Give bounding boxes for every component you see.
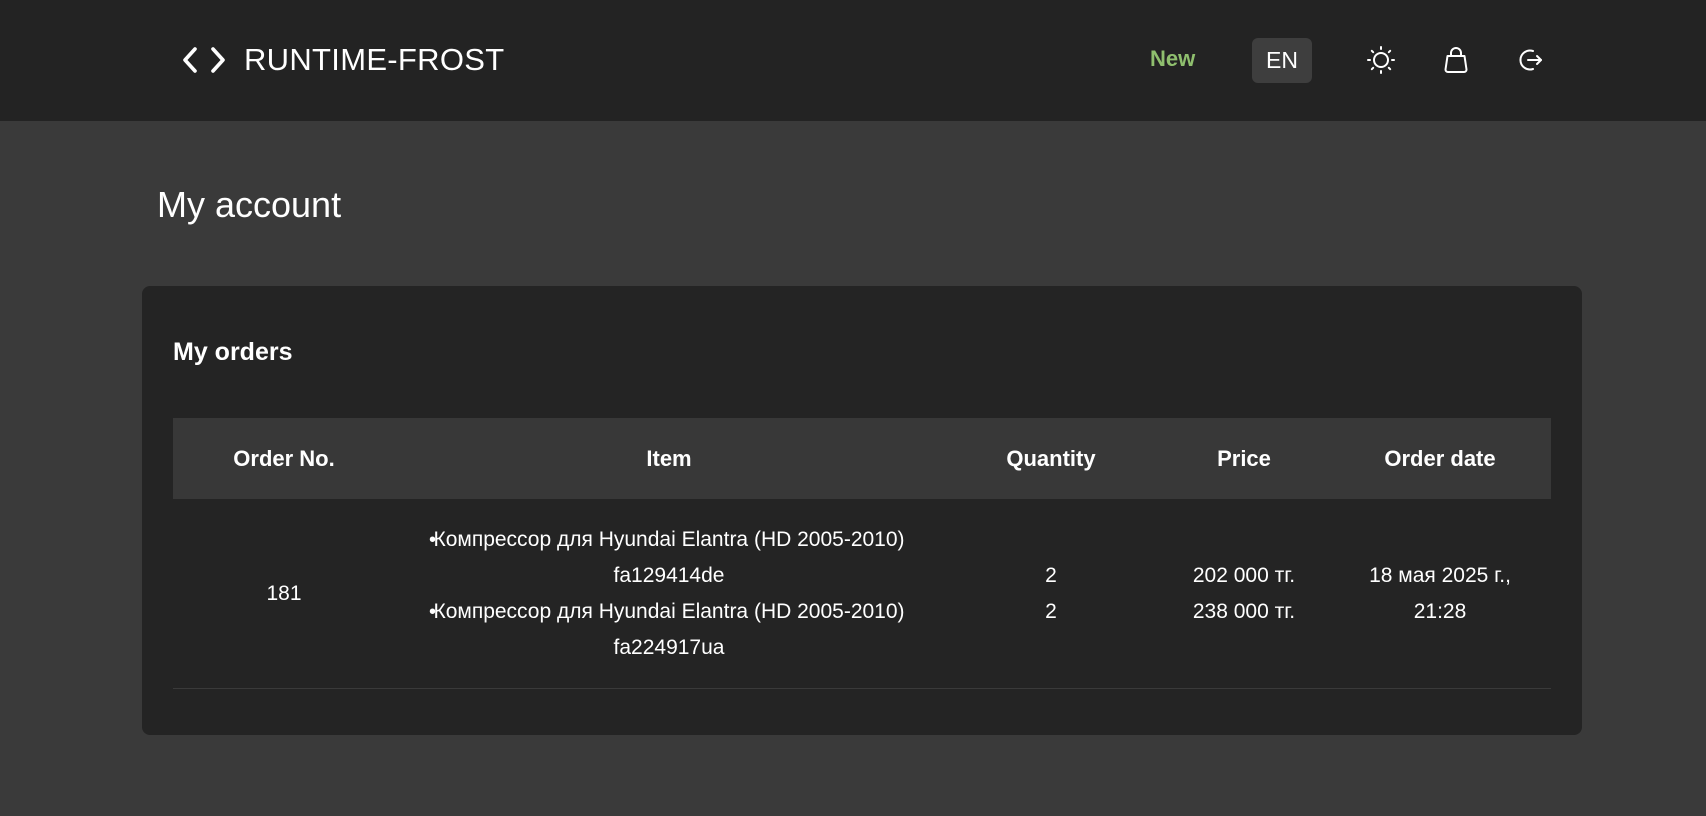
price-cell: 202 000 тг. 238 000 тг. (1159, 558, 1329, 630)
order-date-cell: 18 мая 2025 г., 21:28 (1329, 558, 1551, 630)
list-item: • Компрессор для Hyundai Elantra (HD 200… (395, 522, 943, 594)
order-date: 18 мая 2025 г., (1369, 563, 1511, 587)
top-header: RUNTIME-FROST New EN (0, 0, 1706, 121)
item-name: Компрессор для Hyundai Elantra (HD 2005-… (433, 527, 905, 551)
column-header-quantity: Quantity (1006, 445, 1096, 471)
item-code: fa129414de (613, 563, 725, 587)
table-row: 181 • Компрессор для Hyundai Elantra (HD… (173, 499, 1551, 689)
quantity-cell: 2 2 (943, 558, 1159, 630)
order-items-cell: • Компрессор для Hyundai Elantra (HD 200… (395, 522, 943, 666)
orders-title: My orders (173, 338, 293, 366)
sun-icon (1367, 46, 1395, 74)
orders-card: My orders Order No. Item Quantity Price … (142, 286, 1582, 735)
item-quantity: 2 (1045, 563, 1057, 587)
item-quantity: 2 (1045, 599, 1057, 623)
column-header-order-date: Order date (1384, 445, 1496, 471)
order-number: 181 (266, 581, 302, 605)
column-header-item: Item (646, 445, 692, 471)
shopping-bag-icon (1444, 47, 1468, 73)
table-header: Order No. Item Quantity Price Order date (173, 418, 1551, 499)
code-brackets-icon (183, 47, 225, 73)
page-title: My account (157, 184, 342, 225)
order-time: 21:28 (1413, 599, 1467, 623)
column-header-order-no: Order No. (233, 445, 335, 471)
bullet-icon: • (429, 528, 437, 551)
item-code: fa224917ua (613, 635, 725, 659)
nav-new-link[interactable]: New (1150, 46, 1195, 72)
bullet-icon: • (429, 600, 437, 623)
logout-icon (1519, 49, 1542, 71)
item-price: 238 000 тг. (1192, 599, 1296, 623)
cart-button[interactable] (1440, 44, 1472, 76)
item-price: 202 000 тг. (1192, 563, 1296, 587)
brand-logo[interactable]: RUNTIME-FROST (182, 42, 504, 78)
list-item: • Компрессор для Hyundai Elantra (HD 200… (395, 594, 943, 666)
order-items-list: • Компрессор для Hyundai Elantra (HD 200… (395, 522, 943, 666)
item-name: Компрессор для Hyundai Elantra (HD 2005-… (433, 599, 905, 623)
theme-toggle-button[interactable] (1365, 44, 1397, 76)
brand-name: RUNTIME-FROST (244, 42, 505, 77)
orders-table: Order No. Item Quantity Price Order date… (173, 418, 1551, 689)
language-button[interactable]: EN (1252, 38, 1312, 83)
column-header-price: Price (1217, 445, 1271, 471)
logout-button[interactable] (1515, 44, 1547, 76)
